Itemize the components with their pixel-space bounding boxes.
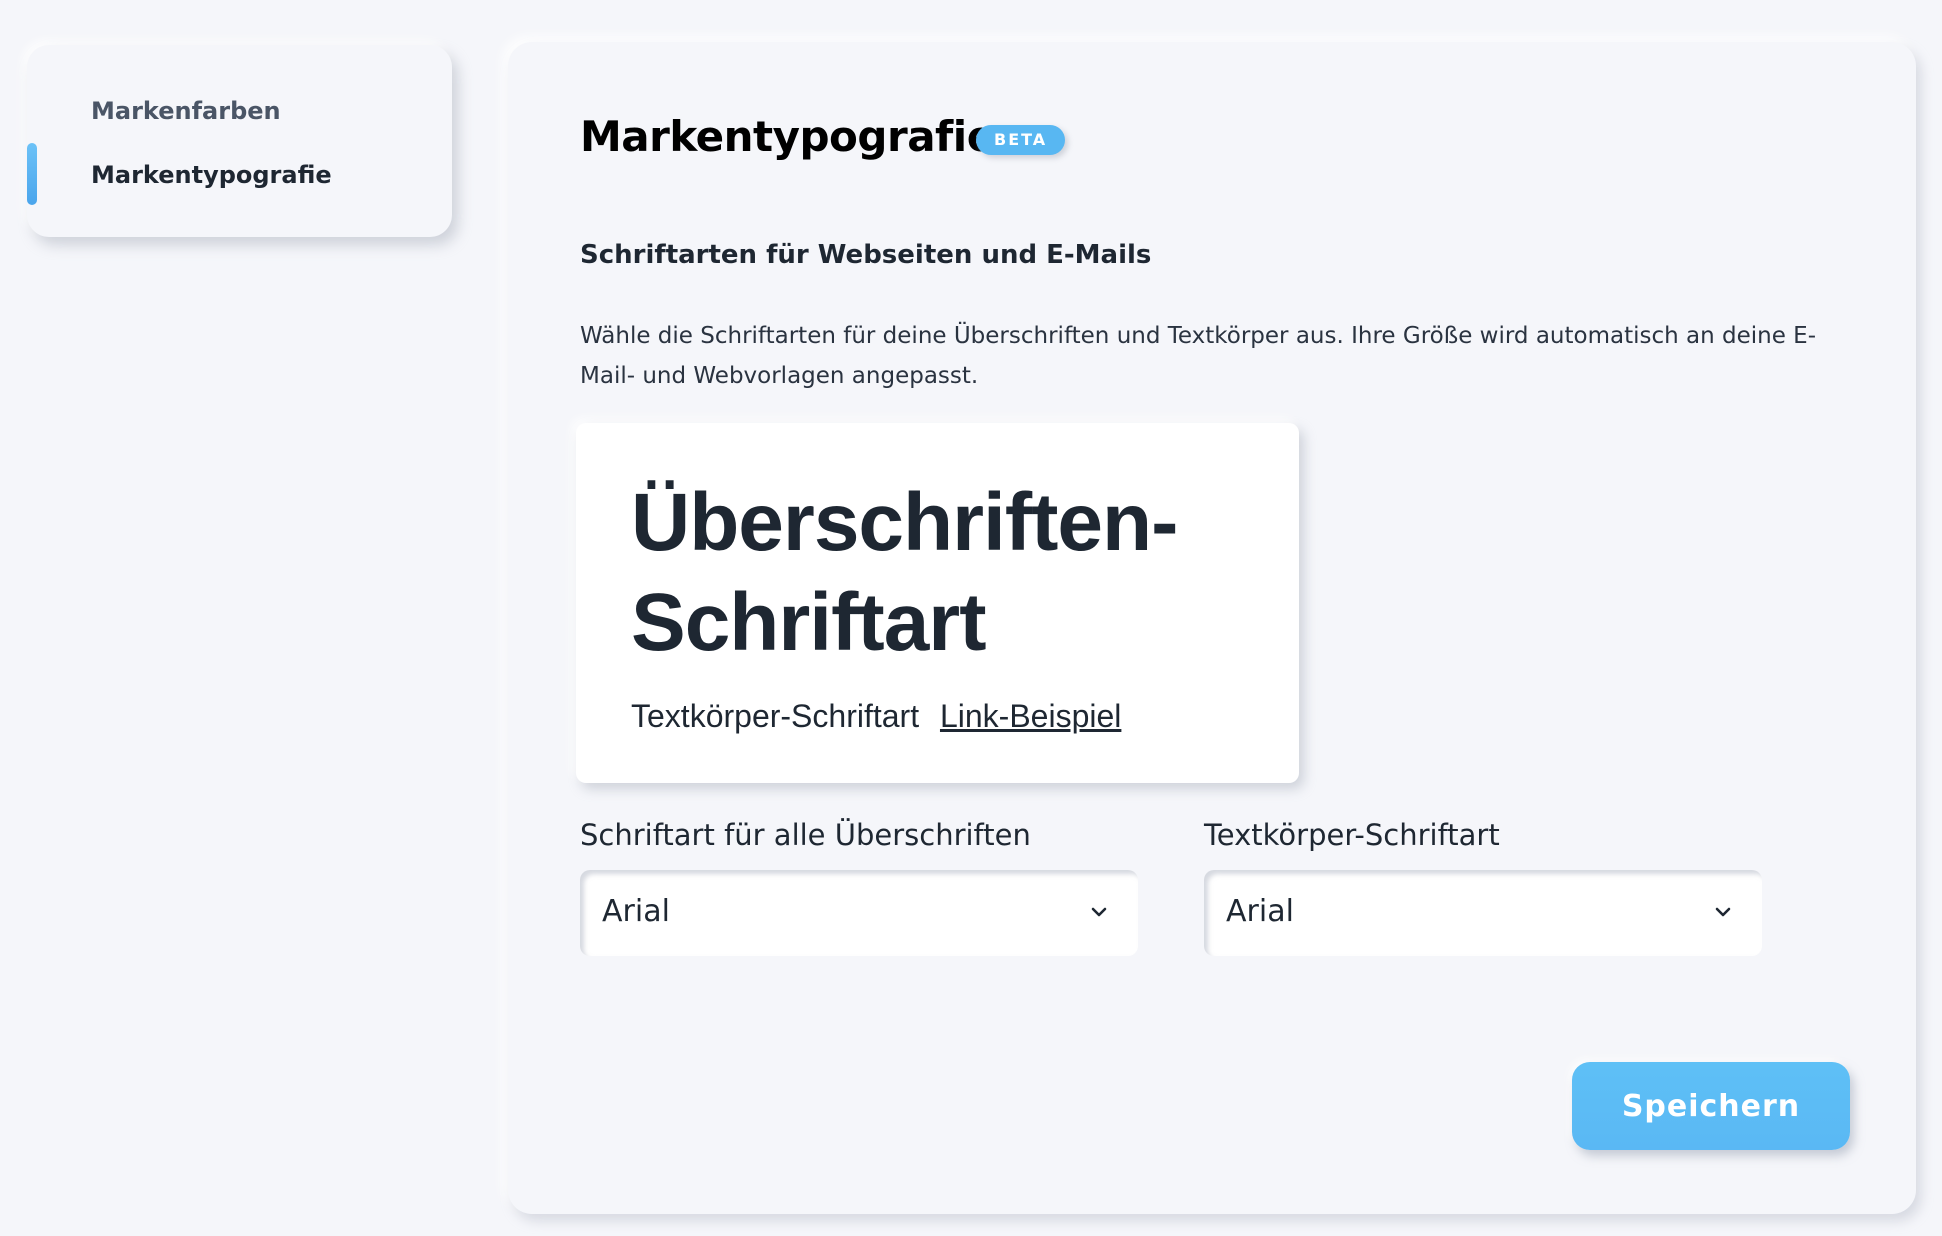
preview-heading: Überschriften-Schriftart: [631, 477, 1178, 668]
save-button[interactable]: Speichern: [1572, 1062, 1850, 1150]
body-font-select[interactable]: Arial: [1204, 870, 1762, 956]
preview-body-label: Textkörper-Schriftart: [631, 698, 920, 734]
chevron-down-icon: [1715, 907, 1731, 917]
heading-font-select[interactable]: Arial: [580, 870, 1138, 956]
heading-font-label: Schriftart für alle Überschriften: [580, 818, 1031, 852]
sidebar: Markenfarben Markentypografie: [27, 45, 452, 237]
preview-body-text: Textkörper-Schriftart Link-Beispiel: [631, 698, 1121, 735]
chevron-down-icon: [1091, 907, 1107, 917]
sidebar-item-markentypografie[interactable]: Markentypografie: [91, 161, 332, 189]
heading-font-value: Arial: [602, 894, 670, 929]
active-nav-indicator: [27, 143, 37, 205]
section-title: Schriftarten für Webseiten und E-Mails: [580, 240, 1152, 270]
preview-link-example[interactable]: Link-Beispiel: [940, 698, 1121, 734]
body-font-label: Textkörper-Schriftart: [1204, 818, 1500, 852]
main-panel: Markentypografie BETA Schriftarten für W…: [508, 42, 1916, 1214]
typography-preview-card: Überschriften-Schriftart Textkörper-Schr…: [576, 423, 1299, 783]
sidebar-item-markenfarben[interactable]: Markenfarben: [91, 97, 281, 125]
section-description: Wähle die Schriftarten für deine Übersch…: [580, 323, 1817, 389]
body-font-value: Arial: [1226, 894, 1294, 929]
beta-badge: BETA: [976, 125, 1066, 155]
page-title: Markentypografie: [580, 112, 995, 161]
